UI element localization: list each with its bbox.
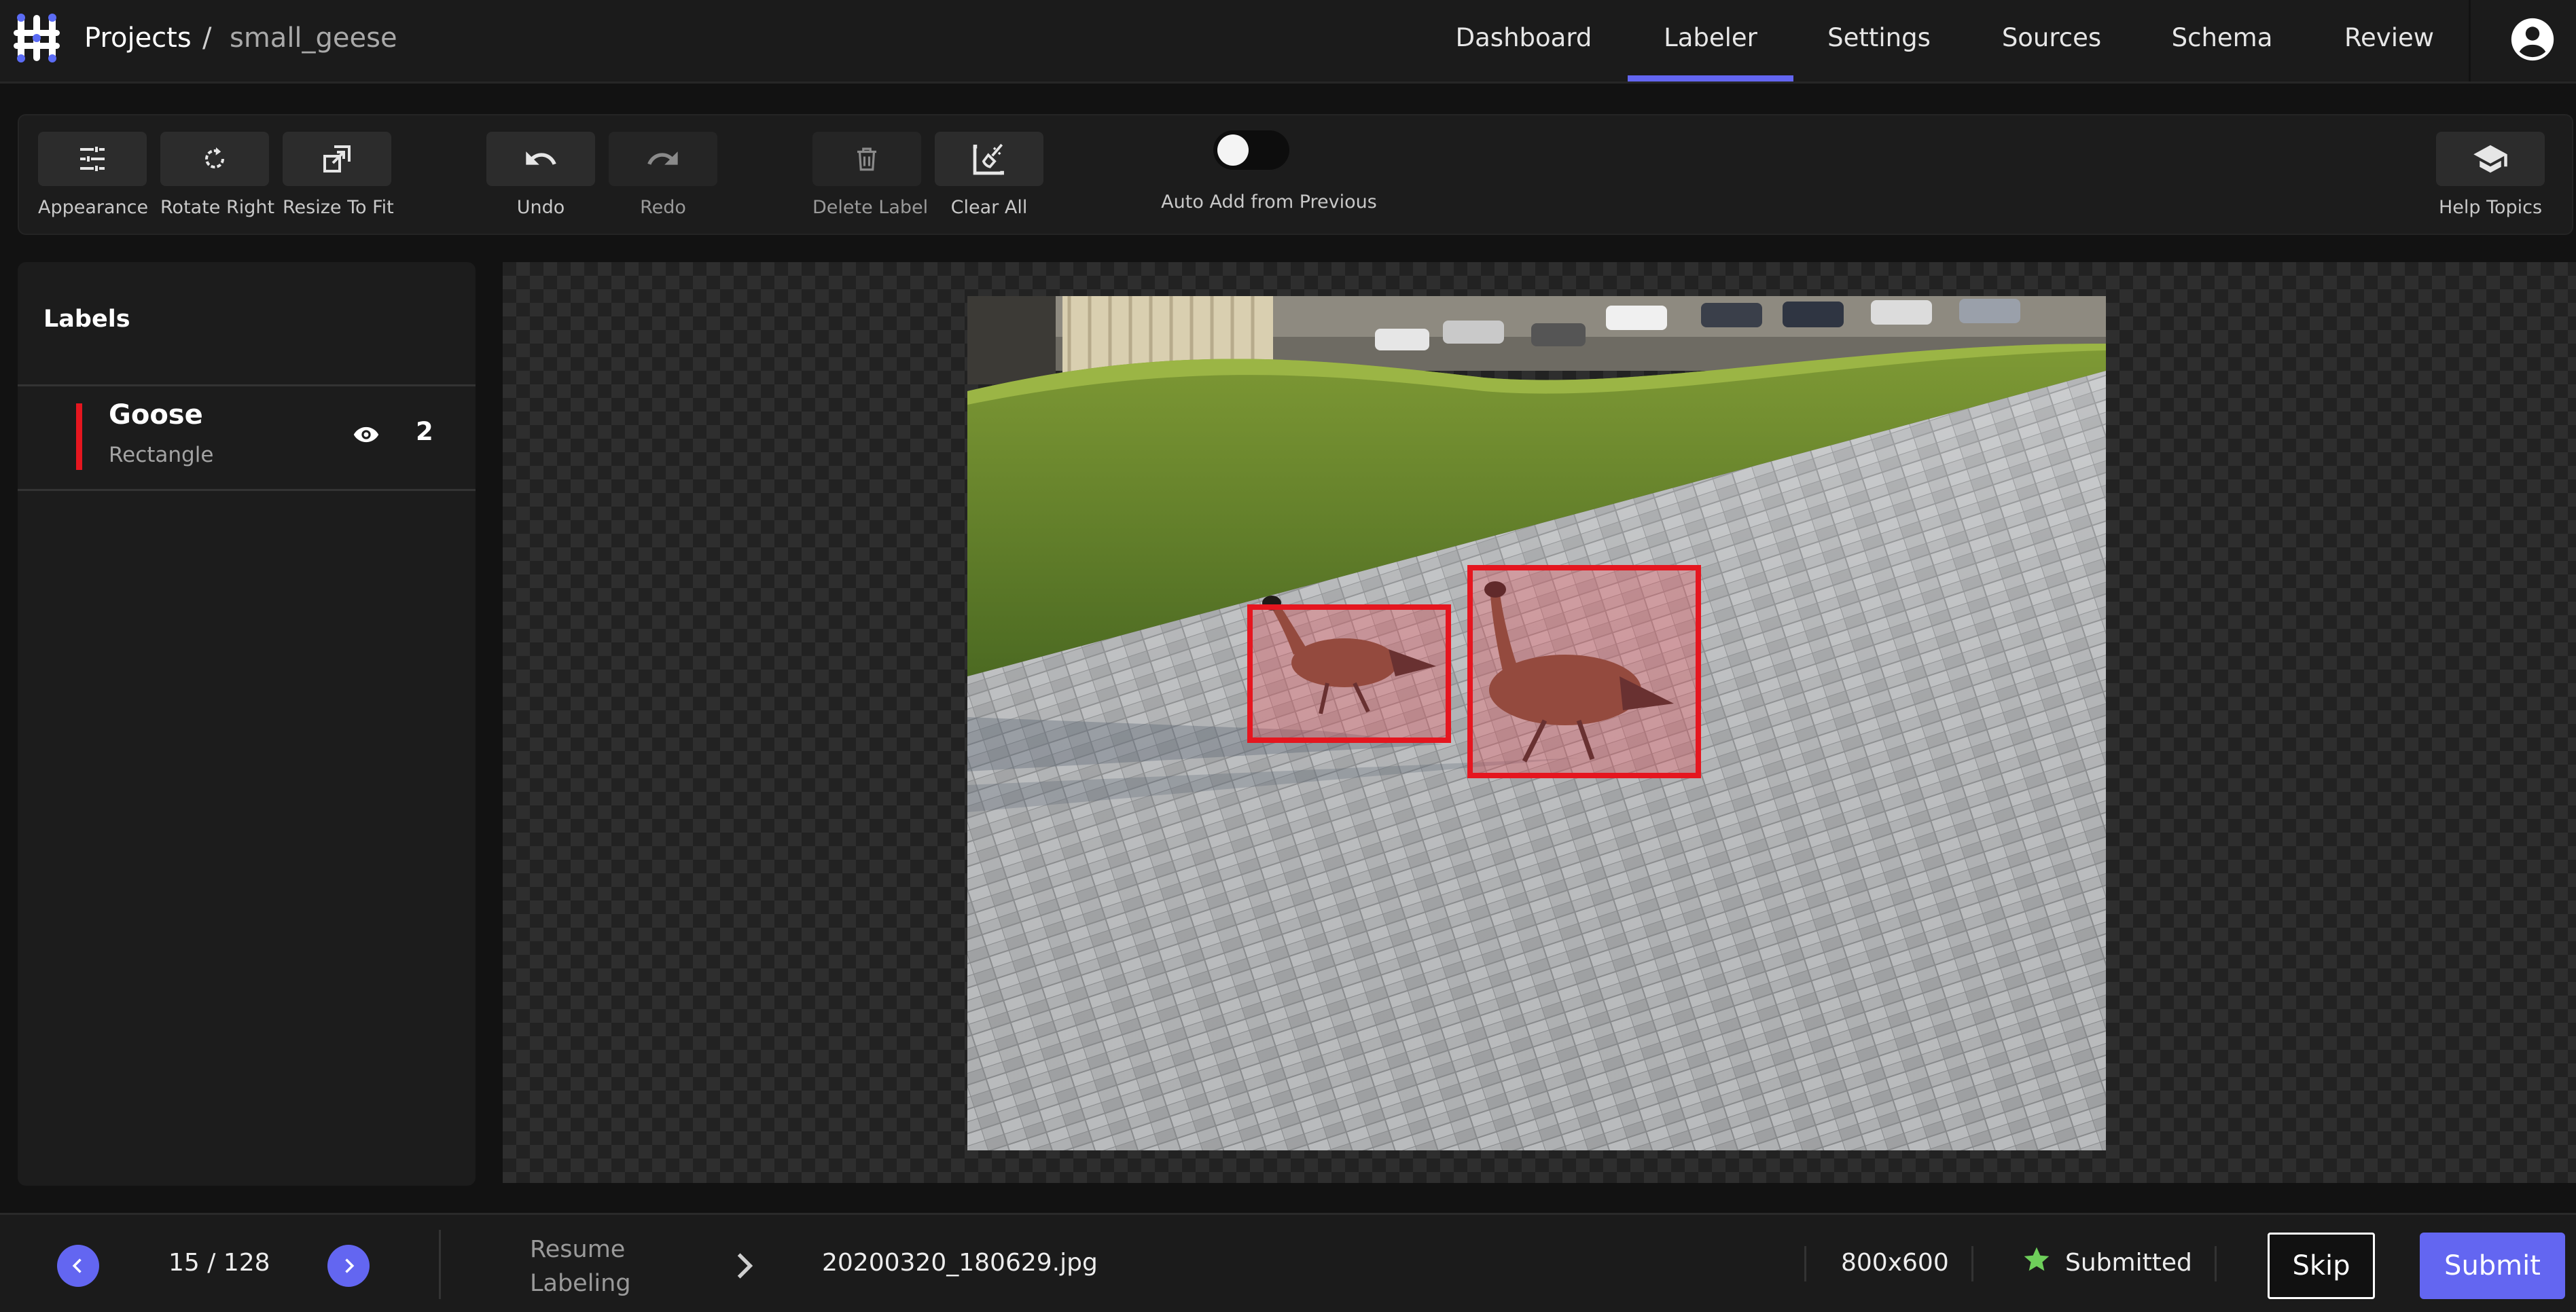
breadcrumb-project-name: small_geese xyxy=(230,22,397,54)
star-icon xyxy=(2024,1247,2050,1271)
resize-to-fit-tool[interactable]: Resize To Fit xyxy=(283,132,394,218)
label-count: 2 xyxy=(416,417,433,446)
sliders-icon xyxy=(80,147,105,171)
trash-icon xyxy=(857,147,876,171)
undo-icon xyxy=(526,151,556,165)
pagination-text: 15 / 128 xyxy=(168,1249,270,1277)
tab-settings[interactable]: Settings xyxy=(1796,0,1962,81)
help-topics-label: Help Topics xyxy=(2438,197,2543,218)
chevron-right-icon[interactable] xyxy=(731,1249,758,1283)
top-navigation-bar: Projects / small_geese Dashboard Labeler… xyxy=(0,0,2576,84)
label-item-goose[interactable]: Goose Rectangle 2 xyxy=(18,387,476,479)
submit-button[interactable]: Submit xyxy=(2420,1233,2565,1299)
undo-button[interactable] xyxy=(486,132,595,186)
bottom-bar: 15 / 128 Resume Labeling 20200320_180629… xyxy=(0,1213,2576,1312)
nav-divider xyxy=(2469,0,2471,81)
panel-divider xyxy=(18,384,476,386)
help-topics-tool[interactable]: Help Topics xyxy=(2436,132,2545,218)
rotate-right-button[interactable] xyxy=(160,132,269,186)
bounding-box-goose[interactable] xyxy=(1247,604,1451,743)
resize-to-fit-label: Resize To Fit xyxy=(283,197,394,218)
delete-label-label: Delete Label xyxy=(812,197,929,218)
rotate-right-tool[interactable]: Rotate Right xyxy=(160,132,275,218)
eye-icon[interactable] xyxy=(353,425,379,444)
redo-label: Redo xyxy=(640,197,686,218)
appearance-tool[interactable]: Appearance xyxy=(38,132,149,218)
submission-status: Submitted xyxy=(2065,1249,2192,1277)
footer-divider xyxy=(2215,1246,2217,1281)
label-color-swatch xyxy=(76,403,82,470)
footer-divider xyxy=(1804,1246,1806,1281)
chevron-left-icon xyxy=(72,1258,82,1273)
image-being-labeled[interactable] xyxy=(967,296,2106,1150)
tab-review[interactable]: Review xyxy=(2312,0,2466,81)
labels-panel: Labels Goose Rectangle 2 xyxy=(18,262,476,1186)
redo-button[interactable] xyxy=(609,132,717,186)
auto-add-label: Auto Add from Previous xyxy=(1161,192,1377,213)
tab-dashboard[interactable]: Dashboard xyxy=(1447,0,1600,81)
skip-button[interactable]: Skip xyxy=(2268,1233,2375,1299)
bounding-box-goose[interactable] xyxy=(1467,565,1701,778)
labels-panel-title: Labels xyxy=(43,306,130,333)
auto-add-toggle[interactable] xyxy=(1213,130,1289,170)
delete-label-button[interactable] xyxy=(812,132,921,186)
chevron-right-icon xyxy=(345,1258,355,1273)
redo-tool[interactable]: Redo xyxy=(609,132,717,218)
tab-schema[interactable]: Schema xyxy=(2145,0,2299,81)
resize-icon xyxy=(323,145,351,172)
clear-all-tool[interactable]: Clear All xyxy=(935,132,1043,218)
toggle-knob xyxy=(1217,134,1249,166)
resize-to-fit-button[interactable] xyxy=(283,132,391,186)
delete-label-tool[interactable]: Delete Label xyxy=(812,132,929,218)
account-circle-icon[interactable] xyxy=(2509,16,2556,62)
footer-divider xyxy=(439,1230,441,1299)
undo-label: Undo xyxy=(516,197,565,218)
undo-tool[interactable]: Undo xyxy=(486,132,595,218)
next-image-button[interactable] xyxy=(327,1245,370,1287)
breadcrumb-separator: / xyxy=(202,22,212,54)
footer-divider xyxy=(1971,1246,1973,1281)
appearance-button[interactable] xyxy=(38,132,147,186)
labeler-toolbar: Appearance Rotate Right Resize To Fit Un… xyxy=(18,114,2573,235)
tab-sources[interactable]: Sources xyxy=(1974,0,2129,81)
help-topics-button[interactable] xyxy=(2436,132,2545,186)
resume-line-1: Resume xyxy=(530,1236,626,1263)
label-name: Goose xyxy=(109,399,203,431)
breadcrumb-projects-link[interactable]: Projects xyxy=(84,19,192,57)
previous-image-button[interactable] xyxy=(57,1245,99,1287)
panel-divider xyxy=(18,489,476,491)
resume-labeling-button[interactable]: Resume Labeling xyxy=(530,1233,631,1300)
labeling-canvas[interactable] xyxy=(503,262,2576,1183)
clear-all-button[interactable] xyxy=(935,132,1043,186)
appearance-label: Appearance xyxy=(38,197,149,218)
resume-line-2: Labeling xyxy=(530,1270,631,1297)
clear-all-icon xyxy=(973,143,1004,175)
redo-icon xyxy=(647,151,678,165)
rotate-right-label: Rotate Right xyxy=(160,197,275,218)
label-type: Rectangle xyxy=(109,443,214,467)
rotate-right-icon xyxy=(205,147,224,168)
graduation-cap-icon xyxy=(2473,145,2507,173)
current-filename: 20200320_180629.jpg xyxy=(822,1249,1098,1277)
app-logo-icon[interactable] xyxy=(8,10,65,67)
clear-all-label: Clear All xyxy=(950,197,1028,218)
image-dimensions: 800x600 xyxy=(1841,1249,1949,1277)
tab-labeler[interactable]: Labeler xyxy=(1628,0,1793,81)
